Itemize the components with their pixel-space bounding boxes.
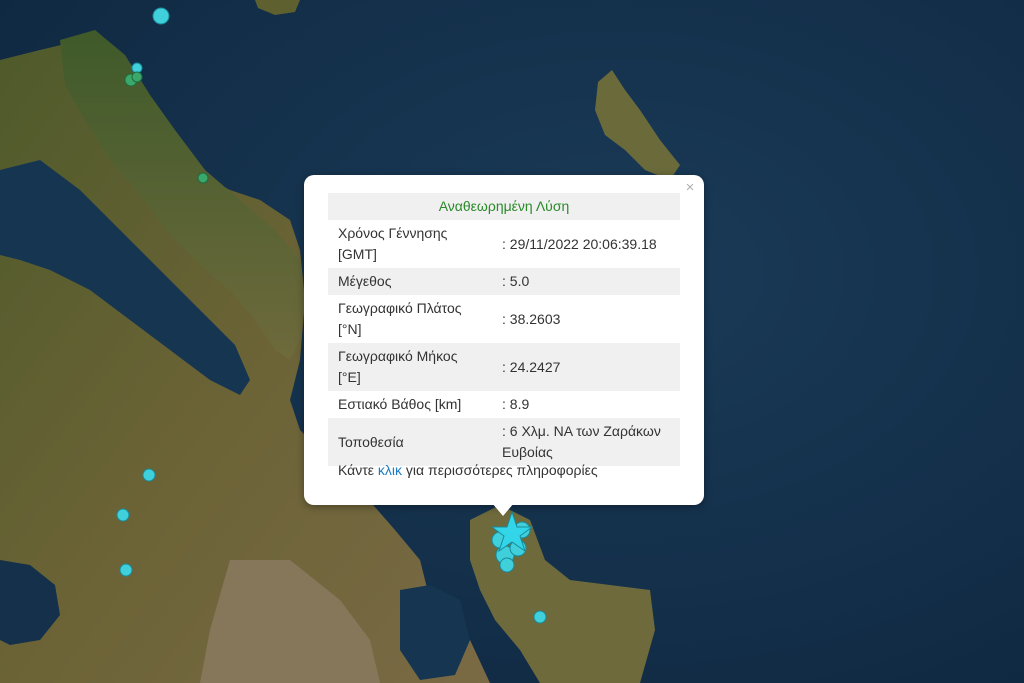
origin-time-value: : 29/11/2022 20:06:39.18 <box>488 220 680 268</box>
latitude-value: : 38.2603 <box>488 295 680 343</box>
table-row: Εστιακό Βάθος [km] : 8.9 <box>328 391 680 418</box>
quake-marker[interactable] <box>152 7 170 25</box>
popup-pointer <box>492 503 514 516</box>
origin-time-label: Χρόνος Γέννησης [GMT] <box>328 220 488 268</box>
table-row: Μέγεθος : 5.0 <box>328 268 680 295</box>
quake-marker[interactable] <box>499 557 515 573</box>
depth-label: Εστιακό Βάθος [km] <box>328 391 488 418</box>
more-info-link[interactable]: κλικ <box>378 462 402 478</box>
earthquake-info-table: Αναθεωρημένη Λύση Χρόνος Γέννησης [GMT] … <box>328 193 680 466</box>
quake-marker[interactable] <box>116 508 130 522</box>
location-label: Τοποθεσία <box>328 418 488 466</box>
longitude-value: : 24.2427 <box>488 343 680 391</box>
table-header-row: Αναθεωρημένη Λύση <box>328 193 680 220</box>
popup-header: Αναθεωρημένη Λύση <box>328 193 680 220</box>
table-row: Χρόνος Γέννησης [GMT] : 29/11/2022 20:06… <box>328 220 680 268</box>
close-icon[interactable]: × <box>682 180 698 196</box>
magnitude-label: Μέγεθος <box>328 268 488 295</box>
quake-marker[interactable] <box>119 563 133 577</box>
more-info-prefix: Κάντε <box>338 462 378 478</box>
depth-value: : 8.9 <box>488 391 680 418</box>
latitude-label: Γεωγραφικό Πλάτος [°N] <box>328 295 488 343</box>
quake-marker[interactable] <box>142 468 156 482</box>
quake-marker[interactable] <box>533 610 547 624</box>
more-info-suffix: για περισσότερες πληροφορίες <box>402 462 598 478</box>
table-row: Γεωγραφικό Μήκος [°E] : 24.2427 <box>328 343 680 391</box>
magnitude-value: : 5.0 <box>488 268 680 295</box>
quake-marker[interactable] <box>197 172 209 184</box>
table-row: Γεωγραφικό Πλάτος [°N] : 38.2603 <box>328 295 680 343</box>
more-info-text: Κάντε κλικ για περισσότερες πληροφορίες <box>338 462 598 478</box>
longitude-label: Γεωγραφικό Μήκος [°E] <box>328 343 488 391</box>
table-row: Τοποθεσία : 6 Χλμ. ΝΑ των Ζαράκων Ευβοία… <box>328 418 680 466</box>
location-value: : 6 Χλμ. ΝΑ των Ζαράκων Ευβοίας <box>488 418 680 466</box>
quake-marker[interactable] <box>131 71 143 83</box>
